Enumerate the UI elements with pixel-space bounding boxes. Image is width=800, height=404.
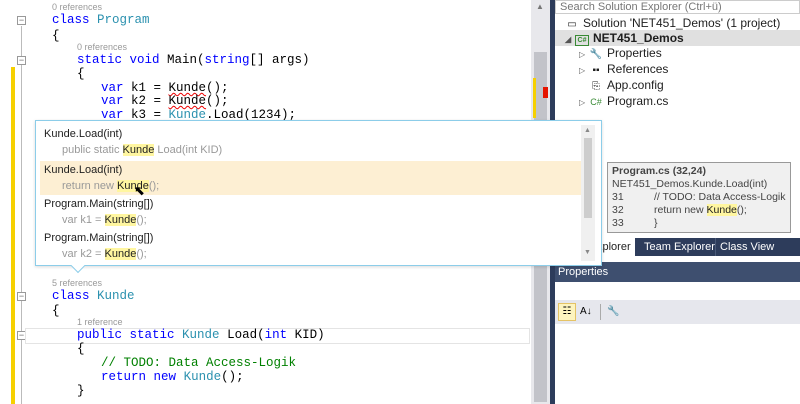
change-mark: [533, 78, 536, 118]
tooltip-member: NET451_Demos.Kunde.Load(int): [612, 178, 768, 190]
expanded-arrow-icon[interactable]: ◢: [565, 32, 575, 48]
collapse-icon[interactable]: −: [17, 16, 26, 25]
tree-item-properties[interactable]: ▷ 🔧 Properties: [579, 45, 662, 61]
tooltip-title: Program.cs (32,24): [612, 165, 706, 177]
tooltip-line: 32 return new Kunde();: [612, 204, 747, 216]
codelens-references[interactable]: 5 references: [52, 278, 102, 289]
reference-item[interactable]: Kunde.Load(int) public static Kunde Load(…: [40, 125, 583, 159]
collapsed-arrow-icon[interactable]: ▷: [579, 95, 589, 111]
code-line: // TODO: Data Access-Logik: [101, 356, 297, 370]
reference-tooltip: Program.cs (32,24) NET451_Demos.Kunde.Lo…: [607, 162, 791, 233]
categorized-icon[interactable]: ☷: [558, 303, 576, 321]
reference-item[interactable]: Program.Main(string[]) var k1 = Kunde();: [40, 195, 583, 229]
properties-toolbar: ☷ A↓ 🔧: [555, 300, 800, 324]
tooltip-line: 31// TODO: Data Access-Logik: [612, 191, 786, 203]
tree-item-program-cs[interactable]: ▷ C# Program.cs: [579, 93, 668, 109]
popup-scrollbar[interactable]: ▲ ▼: [581, 125, 595, 261]
code-line: class Program: [52, 13, 150, 27]
tab-team-explorer[interactable]: Team Explorer: [640, 238, 719, 256]
code-line: return new Kunde();: [101, 370, 244, 384]
outline-line: [21, 26, 22, 404]
tree-item-project[interactable]: ◢ C# NET451_Demos: [555, 30, 800, 46]
code-line: {: [52, 29, 60, 43]
error-mark: [543, 87, 548, 98]
csharp-file-icon: C#: [590, 97, 602, 107]
toolbar-separator: [600, 304, 601, 320]
code-line: static void Main(string[] args): [77, 53, 310, 67]
collapse-icon[interactable]: −: [17, 56, 26, 65]
find-references-popup: Kunde.Load(int) public static Kunde Load(…: [35, 120, 602, 274]
alphabetical-sort-icon[interactable]: A↓: [580, 303, 592, 321]
codelens-references[interactable]: 0 references: [77, 42, 127, 53]
reference-item-selected[interactable]: Kunde.Load(int) return new Kunde();: [40, 161, 583, 195]
property-pages-icon[interactable]: 🔧: [607, 303, 619, 321]
scroll-up-icon[interactable]: ▲: [584, 127, 591, 134]
code-line: var k2 = Kunde();: [101, 94, 229, 108]
code-line: {: [77, 67, 85, 81]
collapse-icon[interactable]: −: [17, 292, 26, 301]
mouse-cursor-icon: ⬉: [134, 183, 145, 198]
collapsed-arrow-icon[interactable]: ▷: [579, 63, 589, 79]
codelens-references[interactable]: 1 reference: [77, 317, 123, 328]
code-line: {: [77, 342, 85, 356]
tab-class-view[interactable]: Class View: [715, 238, 778, 256]
search-input[interactable]: Search Solution Explorer (Ctrl+ü): [555, 0, 800, 14]
code-line: public static Kunde Load(int KID): [77, 328, 325, 342]
reference-item[interactable]: Program.Main(string[]) var k2 = Kunde();: [40, 229, 583, 263]
scroll-thumb[interactable]: [584, 138, 592, 218]
code-line: }: [77, 384, 85, 398]
codelens-references[interactable]: 0 references: [52, 2, 102, 13]
tooltip-line: 33}: [612, 217, 658, 229]
scroll-down-icon[interactable]: ▼: [584, 249, 591, 256]
change-marker: [11, 67, 15, 404]
tree-item-app-config[interactable]: ⎘ App.config: [589, 77, 664, 93]
tree-item-references[interactable]: ▷ ▪▪ References: [579, 61, 668, 77]
code-line: {: [52, 304, 60, 318]
scroll-up-icon[interactable]: ▲: [536, 2, 544, 11]
tree-item-solution[interactable]: ▭ Solution 'NET451_Demos' (1 project): [565, 15, 780, 31]
code-line: class Kunde: [52, 289, 135, 303]
